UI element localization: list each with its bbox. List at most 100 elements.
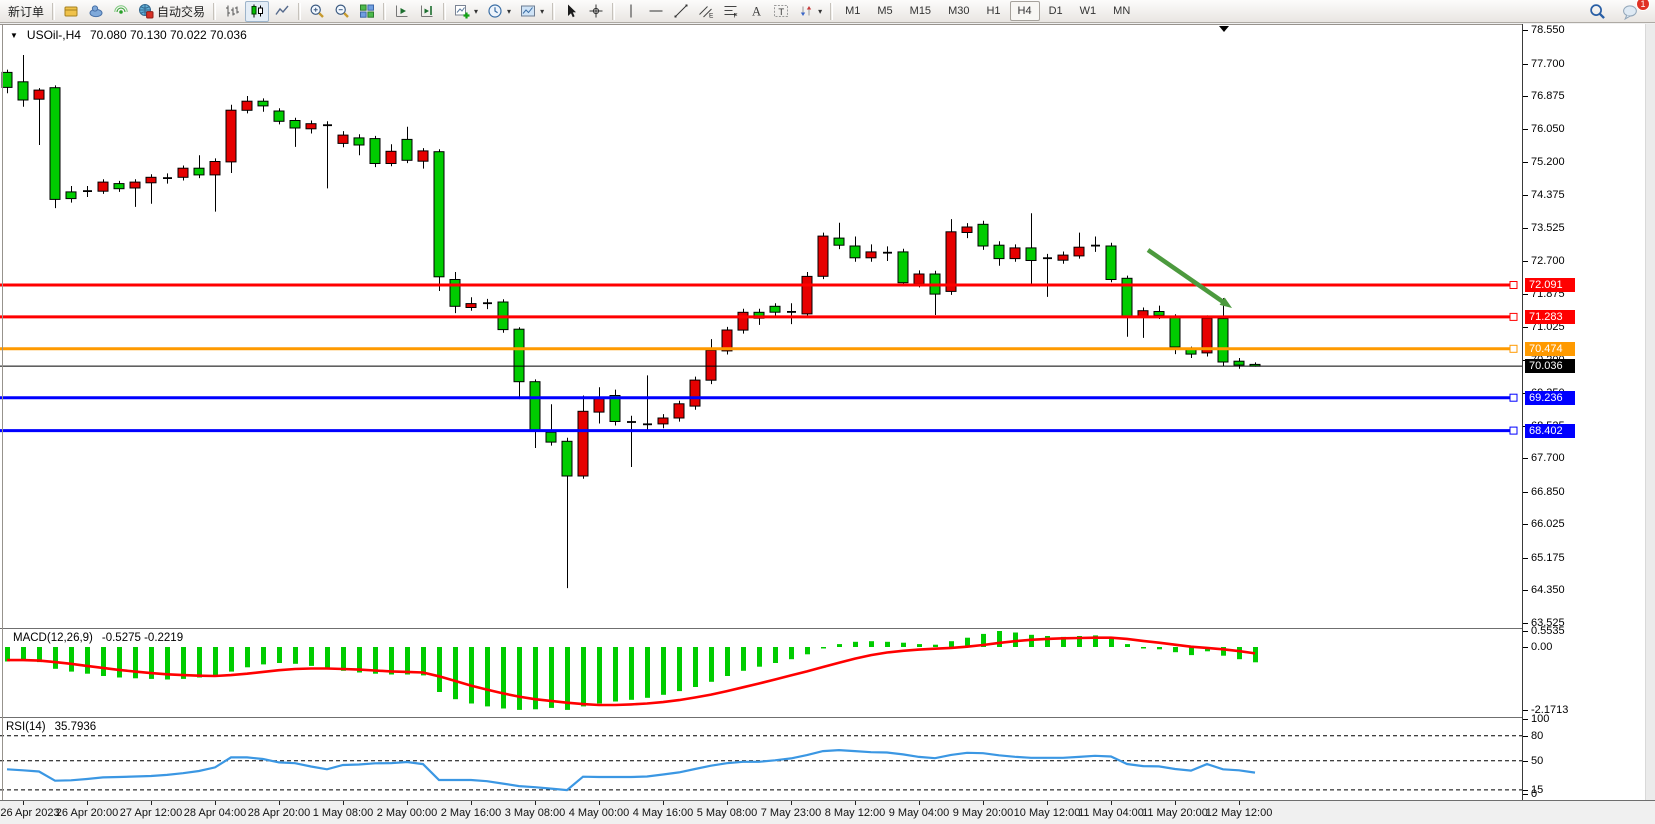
timeframe-mn-button[interactable]: MN [1105,1,1138,21]
trendline-button[interactable] [669,1,693,22]
timeframe-h1-button[interactable]: H1 [978,1,1008,21]
price-tag: 70.036 [1525,359,1575,373]
dropdown-arrow-icon[interactable]: ▾ [507,7,511,16]
time-tick [215,801,216,805]
candle [530,382,540,431]
auto-scroll-button[interactable] [390,1,414,22]
bars-icon [224,3,240,19]
timeframe-m15-button[interactable]: M15 [902,1,939,21]
dropdown-arrow-icon[interactable]: ▾ [474,7,478,16]
new-order-button[interactable]: 新订单 [4,1,48,22]
time-tick [535,801,536,805]
time-tick [599,801,600,805]
timeframe-w1-button[interactable]: W1 [1072,1,1105,21]
time-tick [279,801,280,805]
candle [818,236,828,276]
market-watch-button[interactable] [59,1,83,22]
chart-shift-button[interactable] [415,1,439,22]
community-button[interactable] [84,1,108,22]
channel-button[interactable]: E [694,1,718,22]
time-tick [1239,801,1240,805]
time-axis[interactable]: 26 Apr 202326 Apr 20:0027 Apr 12:0028 Ap… [0,800,1655,824]
templates-button[interactable]: ▾ [516,1,548,22]
crosshair-button[interactable] [584,1,608,22]
rsi-scale-tick: 100 [1523,713,1549,725]
candle [274,111,284,121]
cursor-button[interactable] [559,1,583,22]
bar-chart-button[interactable] [220,1,244,22]
time-tick [87,801,88,805]
periods-button[interactable]: ▾ [483,1,515,22]
arrows-button[interactable]: ▾ [794,1,826,22]
candle [866,252,876,258]
right-margin-strip [1645,24,1655,800]
candle [66,192,76,199]
candle [1218,319,1228,362]
vertical-line-button[interactable] [619,1,643,22]
candle [994,245,1004,258]
macd-canvas[interactable] [0,629,1523,717]
chart-window[interactable]: ▼ USOil-,H4 70.080 70.130 70.022 70.036 … [0,24,1655,824]
time-tick [471,801,472,805]
timeframe-m5-button[interactable]: M5 [869,1,900,21]
price-tick: 77.700 [1523,58,1565,70]
zoom-in-button[interactable] [305,1,329,22]
time-label: 4 May 00:00 [569,807,630,819]
candlestick-chart-button[interactable] [245,1,269,22]
time-label: 4 May 16:00 [633,807,694,819]
dropdown-arrow-icon[interactable]: ▾ [540,7,544,16]
dropdown-arrow-icon[interactable]: ▾ [818,7,822,16]
trendline-icon [673,3,689,19]
candle [258,101,268,106]
svg-text:F: F [734,13,738,20]
price-chart-canvas[interactable] [0,25,1523,628]
price-tick: 66.850 [1523,486,1565,498]
candle [674,404,684,418]
candle [1234,361,1244,365]
shapes-icon [798,3,814,19]
candle [962,227,972,233]
auto-trading-button[interactable]: 自动交易 [134,1,209,22]
price-tag: 70.474 [1525,342,1575,356]
time-label: 2 May 00:00 [377,807,438,819]
rsi-value: 35.7936 [55,721,97,733]
horizontal-line-button[interactable] [644,1,668,22]
candle [514,329,524,382]
line-chart-button[interactable] [270,1,294,22]
time-label: 5 May 08:00 [697,807,758,819]
macd-values: -0.5275 -0.2219 [102,632,183,644]
timeframe-h4-button[interactable]: H4 [1010,1,1040,21]
fibonacci-button[interactable]: F [719,1,743,22]
one-click-collapse-icon[interactable]: ▼ [10,31,18,40]
zoomin-icon [309,3,325,19]
toolbar-separator [298,3,301,20]
price-tick: 74.375 [1523,189,1565,201]
timeframe-m30-button[interactable]: M30 [940,1,977,21]
timeframe-m1-button[interactable]: M1 [837,1,868,21]
signals-button[interactable] [109,1,133,22]
trend-arrow-annotation[interactable] [1148,250,1232,308]
crosshair-icon [588,3,604,19]
line-anchor-square [1510,313,1517,320]
price-axis[interactable]: 78.55077.70076.87576.05075.20074.37573.5… [1523,24,1655,800]
tile-windows-button[interactable] [355,1,379,22]
zoom-out-button[interactable] [330,1,354,22]
candle [898,252,908,283]
timeframe-d1-button[interactable]: D1 [1041,1,1071,21]
rsi-scale-tick: 50 [1523,755,1543,767]
new-chart-button[interactable]: ▾ [450,1,482,22]
chart-shift-marker[interactable] [1219,26,1229,32]
label-button[interactable]: T [769,1,793,22]
candle [1026,248,1036,261]
text-button[interactable]: A [744,1,768,22]
time-tick [151,801,152,805]
search-button[interactable] [1585,1,1610,22]
candle [370,139,380,164]
rsi-canvas[interactable] [0,718,1523,800]
zoomout-icon [334,3,350,19]
notifications-button[interactable]: 1 [1618,1,1643,22]
time-tick [855,801,856,805]
candle [1010,248,1020,259]
toolbar-separator [612,3,615,20]
time-tick [919,801,920,805]
